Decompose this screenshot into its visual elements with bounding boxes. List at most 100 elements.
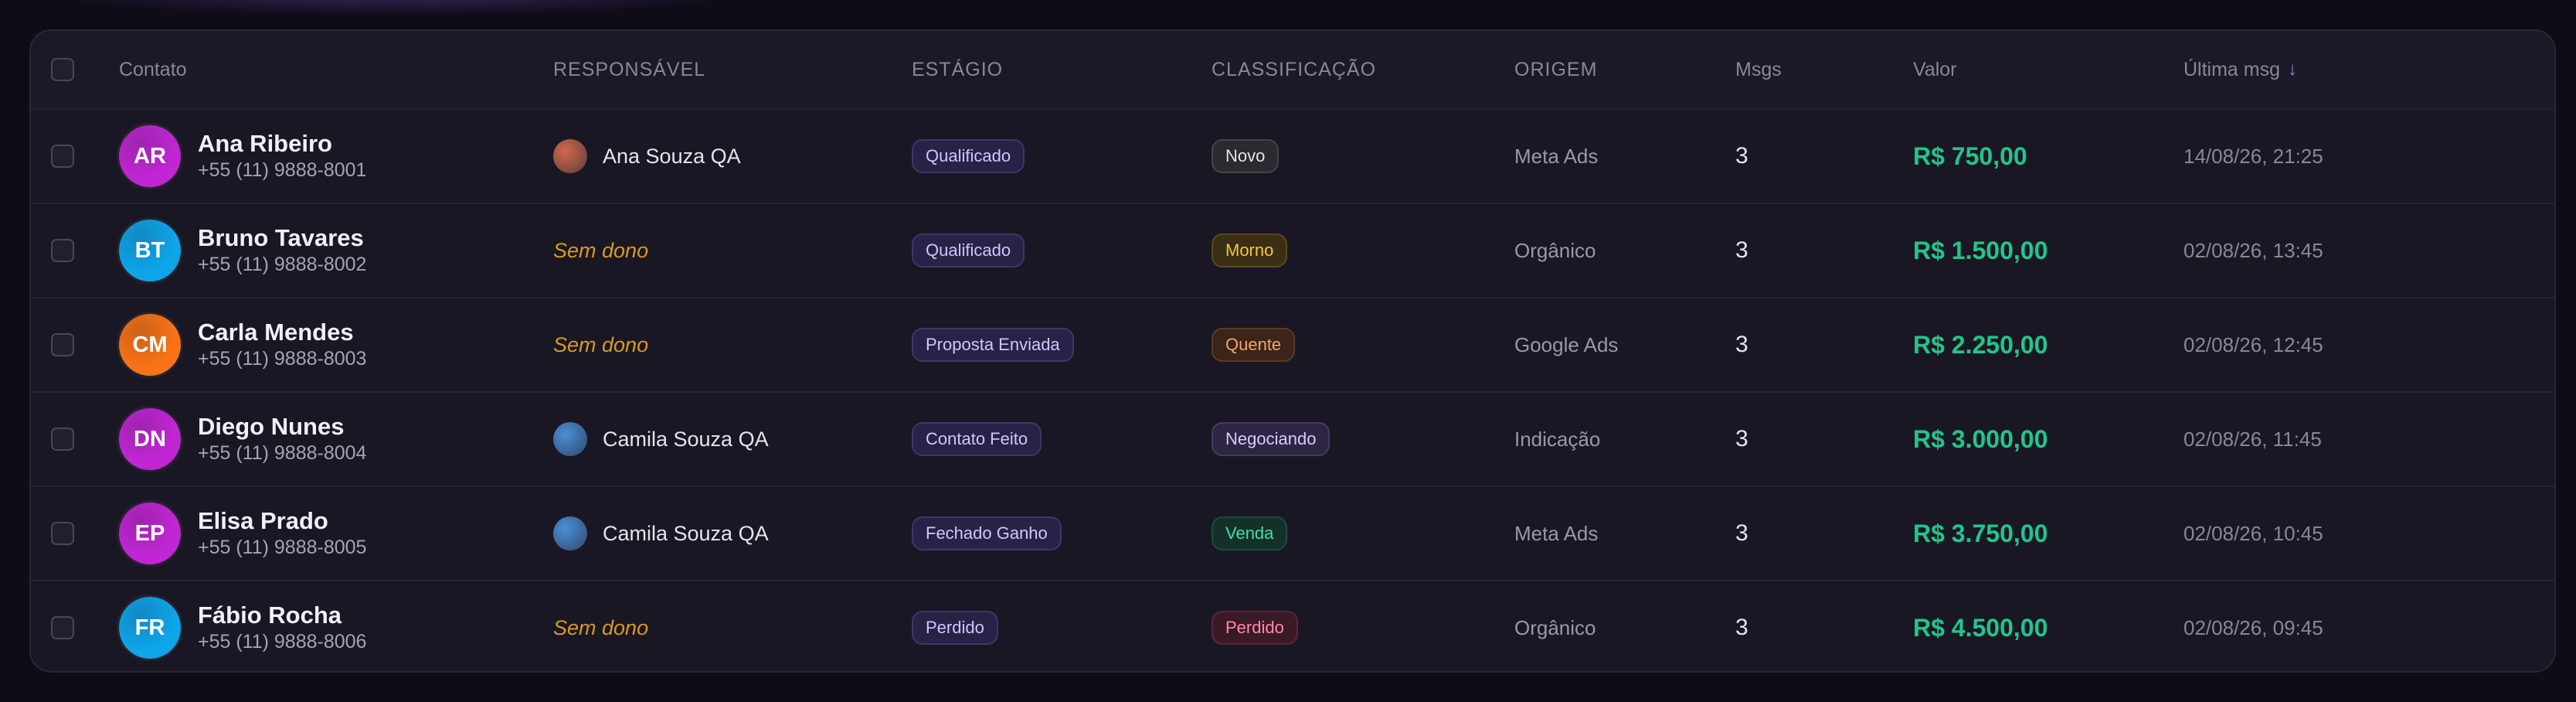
avatar-initials: EP [134,520,165,546]
last-msg-time: 02/08/26, 12:45 [2183,332,2323,356]
header-last-msg[interactable]: Última msg ↓ [2183,31,2297,108]
header-classification[interactable]: CLASSIFICAÇÃO [1212,31,1376,108]
contact-phone: +55 (11) 9888-8002 [198,254,367,275]
msgs-cell: 3 [1735,393,1748,486]
classification-cell: Morno [1212,204,1288,297]
row-checkbox[interactable] [51,616,74,639]
stage-cell: Proposta Enviada [912,298,1074,391]
owner-avatar [553,422,587,456]
select-all-checkbox[interactable] [51,58,74,81]
sort-desc-icon[interactable]: ↓ [2288,59,2297,80]
msgs-cell: 3 [1735,298,1748,391]
contact-phone: +55 (11) 9888-8001 [198,159,367,181]
last-msg-time: 02/08/26, 09:45 [2183,615,2323,639]
value-cell: R$ 2.250,00 [1913,298,2048,391]
contact-phone: +55 (11) 9888-8003 [198,348,367,370]
table-row[interactable]: AR Ana Ribeiro +55 (11) 9888-8001 Ana So… [31,108,2554,203]
origin-text: Google Ads [1514,332,1619,356]
last-msg-cell: 02/08/26, 13:45 [2183,204,2323,297]
stage-badge: Qualificado [912,233,1025,268]
header-last-msg-label: Última msg [2183,58,2281,80]
deal-value: R$ 1.500,00 [1913,236,2048,264]
contact-cell[interactable]: AR Ana Ribeiro +55 (11) 9888-8001 [119,110,366,203]
contact-name: Diego Nunes [198,413,345,440]
avatar-initials: CM [132,332,168,357]
header-value[interactable]: Valor [1913,31,1957,108]
owner-cell[interactable]: Ana Souza QA [553,110,741,203]
avatar-initials: AR [134,143,166,169]
stage-badge: Contato Feito [912,422,1042,456]
header-msgs-label: Msgs [1735,58,1782,80]
contact-cell[interactable]: CM Carla Mendes +55 (11) 9888-8003 [119,298,366,391]
last-msg-cell: 02/08/26, 11:45 [2183,393,2322,486]
table-row[interactable]: DN Diego Nunes +55 (11) 9888-8004 Camila… [31,391,2554,486]
contact-name: Bruno Tavares [198,224,364,251]
header-msgs[interactable]: Msgs [1735,31,1782,108]
row-checkbox[interactable] [51,428,74,451]
header-owner-label: RESPONSÁVEL [553,58,706,80]
origin-text: Meta Ads [1514,144,1599,168]
origin-cell: Meta Ads [1514,110,1598,203]
deal-value: R$ 2.250,00 [1913,330,2048,359]
value-cell: R$ 3.750,00 [1913,487,2048,580]
header-origin[interactable]: ORIGEM [1514,31,1597,108]
last-msg-cell: 02/08/26, 09:45 [2183,581,2323,671]
owner-avatar [553,516,587,550]
header-value-label: Valor [1913,58,1957,80]
contact-phone: +55 (11) 9888-8006 [198,631,367,653]
origin-text: Orgânico [1514,615,1596,639]
avatar: EP [119,503,181,564]
row-checkbox[interactable] [51,522,74,545]
msgs-count: 3 [1735,237,1748,263]
classification-badge: Perdido [1212,611,1298,645]
avatar: FR [119,597,181,659]
header-stage-label: ESTÁGIO [912,58,1004,80]
msgs-count: 3 [1735,332,1748,357]
table-row[interactable]: BT Bruno Tavares +55 (11) 9888-8002 Sem … [31,203,2554,297]
row-checkbox[interactable] [51,145,74,168]
owner-cell[interactable]: Sem dono [553,581,649,671]
header-owner[interactable]: RESPONSÁVEL [553,31,705,108]
msgs-cell: 3 [1735,204,1748,297]
header-glow [46,0,742,15]
table-row[interactable]: CM Carla Mendes +55 (11) 9888-8003 Sem d… [31,297,2554,391]
owner-cell[interactable]: Sem dono [553,298,648,391]
no-owner-label: Sem dono [553,615,649,639]
contact-cell[interactable]: EP Elisa Prado +55 (11) 9888-8005 [119,487,366,580]
owner-name: Camila Souza QA [603,427,769,451]
row-checkbox[interactable] [51,333,74,356]
row-select-cell [51,393,74,486]
owner-avatar [553,139,587,173]
classification-cell: Novo [1212,110,1280,203]
owner-cell[interactable]: Sem dono [553,204,648,297]
header-stage[interactable]: ESTÁGIO [912,31,1003,108]
header-origin-label: ORIGEM [1514,58,1598,80]
origin-text: Indicação [1514,427,1601,451]
table-row[interactable]: EP Elisa Prado +55 (11) 9888-8005 Camila… [31,486,2554,580]
classification-badge: Venda [1212,516,1288,550]
msgs-cell: 3 [1735,487,1748,580]
avatar: AR [119,125,181,187]
stage-cell: Qualificado [912,110,1025,203]
origin-cell: Meta Ads [1514,487,1598,580]
msgs-count: 3 [1735,143,1748,169]
owner-cell[interactable]: Camila Souza QA [553,393,769,486]
contact-name: Fábio Rocha [198,601,342,629]
contact-name: Carla Mendes [198,319,354,346]
stage-badge: Qualificado [912,139,1025,173]
contact-cell[interactable]: FR Fábio Rocha +55 (11) 9888-8006 [119,581,367,671]
row-select-cell [51,110,74,203]
classification-cell: Perdido [1212,581,1298,671]
last-msg-time: 02/08/26, 11:45 [2183,427,2322,451]
stage-cell: Fechado Ganho [912,487,1062,580]
last-msg-cell: 02/08/26, 12:45 [2183,298,2323,391]
row-checkbox[interactable] [51,239,74,262]
owner-cell[interactable]: Camila Souza QA [553,487,769,580]
stage-cell: Contato Feito [912,393,1042,486]
table-row[interactable]: FR Fábio Rocha +55 (11) 9888-8006 Sem do… [31,580,2554,671]
header-contact[interactable]: Contato [119,31,187,108]
contact-cell[interactable]: BT Bruno Tavares +55 (11) 9888-8002 [119,204,366,297]
value-cell: R$ 3.000,00 [1913,393,2048,486]
last-msg-cell: 02/08/26, 10:45 [2183,487,2323,580]
contact-cell[interactable]: DN Diego Nunes +55 (11) 9888-8004 [119,393,366,486]
